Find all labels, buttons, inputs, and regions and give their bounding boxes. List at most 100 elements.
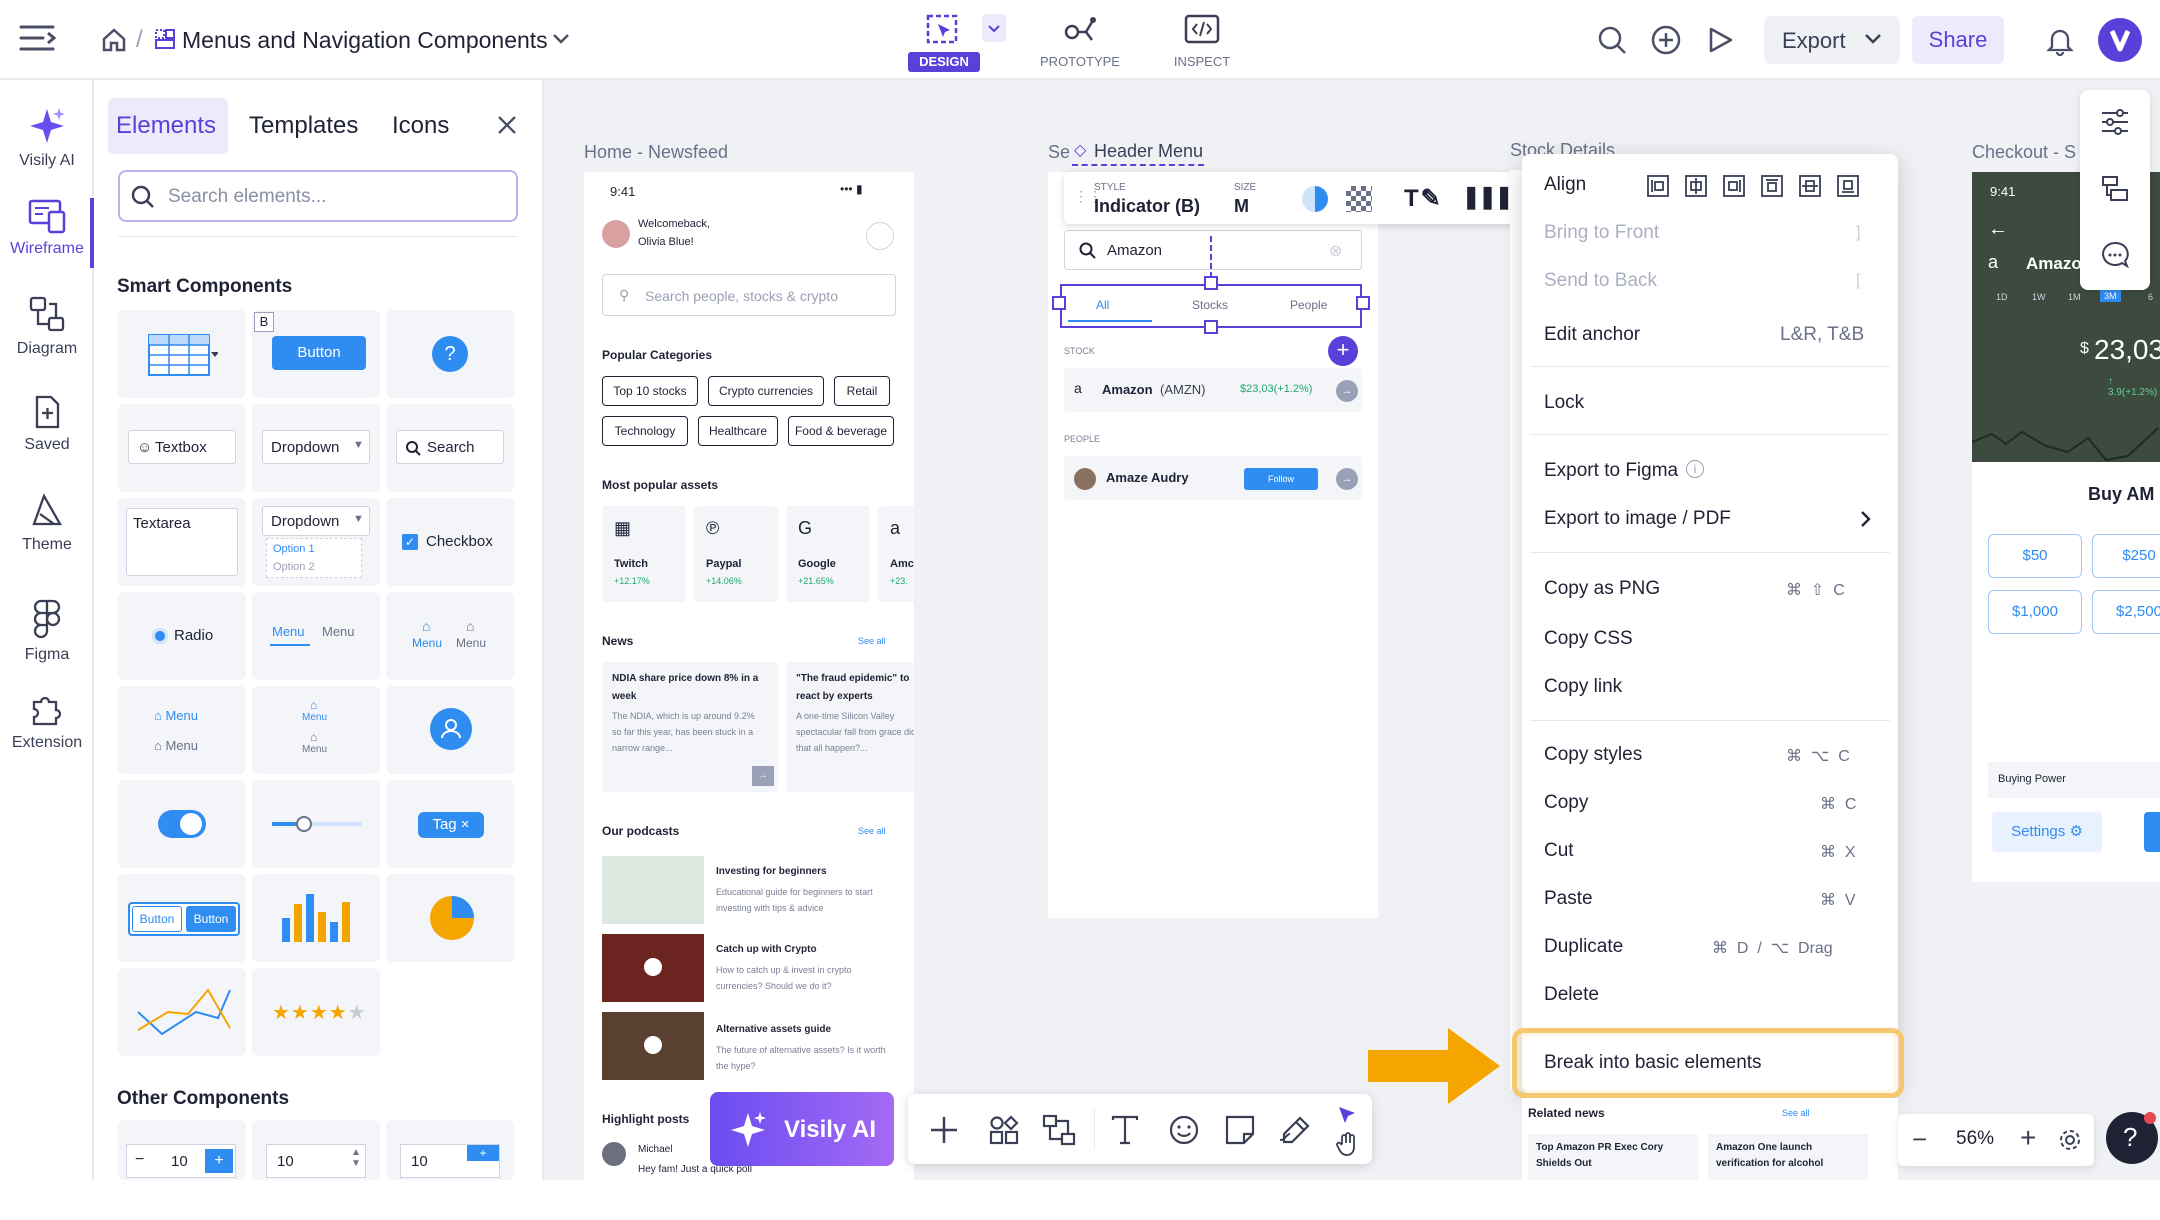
tab-stocks[interactable]: Stocks	[1192, 298, 1228, 312]
button-component[interactable]: B Button	[252, 310, 380, 398]
see-all-link[interactable]: See all	[858, 636, 886, 646]
calendar-icon[interactable]	[866, 222, 894, 250]
rail-figma[interactable]: Figma	[0, 598, 94, 664]
vertical-icon-menu-component[interactable]: ⌂ Menu ⌂ Menu	[252, 686, 380, 774]
menu-item-copy-css[interactable]: Copy CSS	[1544, 628, 1633, 650]
size-value[interactable]: M	[1234, 196, 1249, 217]
sliders-icon[interactable]	[2100, 108, 2130, 136]
chevron-down-icon[interactable]	[552, 32, 570, 46]
stock-row[interactable]: a Amazon (AMZN) $23,03(+1.2%) →	[1064, 368, 1362, 412]
dropdown-component[interactable]: Dropdown ▼	[252, 404, 380, 492]
share-button[interactable]: Share	[1912, 16, 2004, 64]
comment-icon[interactable]	[2100, 240, 2130, 270]
slider-component[interactable]	[252, 780, 380, 868]
asset-card[interactable]: ℗ Paypal +14.06%	[694, 506, 778, 602]
news-card[interactable]: NDIA share price down 8% in a week The N…	[602, 662, 778, 792]
export-button[interactable]: Export	[1764, 16, 1900, 64]
line-chart-component[interactable]	[118, 968, 246, 1056]
search-input[interactable]: Amazon ⊗	[1064, 230, 1362, 270]
podcast-title[interactable]: Investing for beginners	[716, 866, 827, 877]
number-input-component[interactable]: 10 +	[386, 1120, 514, 1180]
align-distribute-icon[interactable]: ❚❚❚	[1462, 184, 1513, 210]
home-icon[interactable]	[100, 26, 128, 54]
gear-icon[interactable]	[2058, 1128, 2082, 1152]
rail-wireframe[interactable]: Wireframe	[0, 198, 94, 258]
arrow-right-icon[interactable]: →	[1336, 380, 1358, 402]
news-card[interactable]: Amazon One launch verification for alcoh…	[1708, 1134, 1868, 1180]
rail-visily-ai[interactable]: Visily AI	[0, 106, 94, 170]
menu-item-copy[interactable]: Copy	[1544, 792, 1588, 814]
add-button[interactable]: +	[1328, 336, 1358, 366]
transparency-icon[interactable]	[1346, 186, 1372, 212]
search-icon[interactable]	[1596, 24, 1628, 56]
menu-icon[interactable]	[18, 22, 58, 54]
search-frame[interactable]: Amazon ⊗ All Stocks People STOCK + a Ama…	[1048, 172, 1378, 918]
bar-chart-component[interactable]	[252, 874, 380, 962]
tab-templates[interactable]: Templates	[249, 112, 358, 140]
arrow-right-icon[interactable]: →	[752, 766, 774, 786]
textarea-component[interactable]: Textarea	[118, 498, 246, 586]
resize-handle[interactable]	[1052, 296, 1066, 310]
menu-item-cut[interactable]: Cut	[1544, 840, 1574, 862]
mode-prototype[interactable]: PROTOTYPE	[1030, 8, 1130, 72]
menu-item-break-elements[interactable]: Break into basic elements	[1522, 1036, 1894, 1090]
page-title[interactable]: Menus and Navigation Components	[182, 27, 548, 54]
action-button[interactable]	[2144, 812, 2160, 852]
podcast-title[interactable]: Catch up with Crypto	[716, 944, 817, 955]
play-icon[interactable]	[644, 958, 662, 976]
menu-item-lock[interactable]: Lock	[1544, 392, 1584, 414]
newsfeed-frame[interactable]: 9:41 ••• ▮ Welcomeback, Olivia Blue! ⚲ S…	[584, 172, 914, 1180]
news-card[interactable]: Top Amazon PR Exec Cory Shields Out	[1528, 1134, 1698, 1180]
category-chip[interactable]: Food & beverage	[788, 416, 894, 446]
tab-menu-component[interactable]: Menu Menu	[252, 592, 380, 680]
visily-ai-button[interactable]: Visily AI	[710, 1092, 894, 1166]
pie-chart-component[interactable]	[386, 874, 514, 962]
menu-item-paste[interactable]: Paste	[1544, 888, 1593, 910]
tab-people[interactable]: People	[1290, 298, 1327, 312]
menu-item-copy-png[interactable]: Copy as PNG	[1544, 578, 1660, 600]
rail-theme[interactable]: Theme	[0, 492, 94, 554]
see-all-link[interactable]: See all	[858, 826, 886, 836]
mode-inspect[interactable]: INSPECT	[1152, 8, 1252, 72]
design-dropdown[interactable]	[982, 14, 1006, 42]
resize-handle[interactable]	[1204, 276, 1218, 290]
category-chip[interactable]: Technology	[602, 416, 688, 446]
info-icon[interactable]: i	[1686, 460, 1704, 478]
avatar[interactable]	[2098, 18, 2142, 62]
search-input[interactable]: Search elements...	[118, 170, 518, 222]
avatar-component[interactable]	[386, 686, 514, 774]
components-icon[interactable]	[988, 1114, 1020, 1146]
menu-item-edit-anchor[interactable]: Edit anchor	[1544, 324, 1640, 346]
category-chip[interactable]: Retail	[834, 376, 890, 406]
category-chip[interactable]: Top 10 stocks	[602, 376, 698, 406]
menu-item-bring-to-front[interactable]: Bring to Front	[1544, 222, 1659, 244]
close-icon[interactable]	[496, 114, 518, 136]
spinner-component[interactable]: 10 ▲ ▼	[252, 1120, 380, 1180]
help-component[interactable]: ?	[386, 310, 514, 398]
menu-item-send-to-back[interactable]: Send to Back	[1544, 270, 1657, 292]
pen-icon[interactable]	[1278, 1114, 1312, 1146]
text-icon[interactable]	[1110, 1114, 1140, 1146]
resize-handle[interactable]	[1356, 296, 1370, 310]
category-chip[interactable]: Crypto currencies	[708, 376, 824, 406]
range-tab[interactable]: 1M	[2068, 292, 2081, 302]
menu-item-align[interactable]: Align	[1544, 174, 1586, 196]
plus-icon[interactable]	[928, 1114, 960, 1146]
header-menu-label[interactable]: ◇ Header Menu	[1072, 136, 1204, 166]
sticky-note-icon[interactable]	[1224, 1114, 1256, 1146]
table-component[interactable]	[118, 310, 246, 398]
asset-card[interactable]: ▦ Twitch +12.17%	[602, 506, 686, 602]
vertical-menu-component[interactable]: ⌂ Menu ⌂ Menu	[118, 686, 246, 774]
rail-saved[interactable]: Saved	[0, 394, 94, 454]
play-icon[interactable]	[1706, 26, 1734, 54]
diagram-icon[interactable]	[1042, 1114, 1076, 1146]
rail-diagram[interactable]: Diagram	[0, 294, 94, 358]
mode-design[interactable]: DESIGN	[908, 8, 980, 72]
help-button[interactable]: ?	[2106, 1112, 2158, 1164]
arrow-right-icon[interactable]: →	[1336, 468, 1358, 490]
back-arrow-icon[interactable]: ←	[1988, 218, 2008, 241]
button-group-component[interactable]: Button Button	[118, 874, 246, 962]
cursor-icon[interactable]	[1336, 1104, 1358, 1126]
zoom-level[interactable]: 56%	[1956, 1128, 1994, 1150]
search-input[interactable]: ⚲ Search people, stocks & crypto	[602, 274, 896, 316]
